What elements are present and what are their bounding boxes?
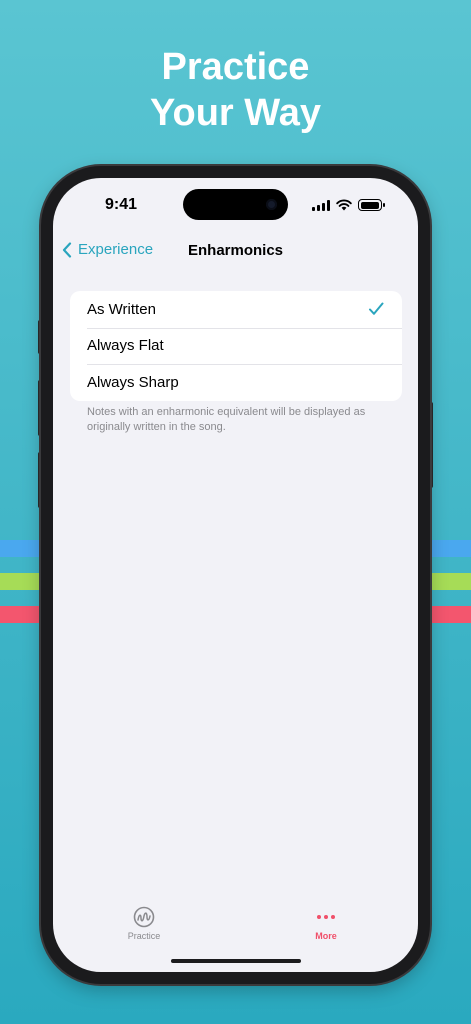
option-label: Always Flat: [87, 337, 164, 355]
option-as-written[interactable]: As Written: [70, 291, 402, 328]
option-always-flat[interactable]: Always Flat: [70, 327, 402, 365]
cellular-signal-icon: [312, 199, 330, 211]
tab-practice[interactable]: Practice: [104, 906, 184, 941]
headline-line-1: Practice: [161, 46, 310, 88]
checkmark-icon: [369, 302, 384, 315]
dynamic-island: [183, 189, 288, 220]
battery-icon: [358, 199, 385, 211]
option-label: Always Sharp: [87, 373, 179, 391]
headline-line-2: Your Way: [149, 92, 322, 134]
page-title: Enharmonics: [187, 242, 284, 259]
option-label: As Written: [87, 300, 156, 318]
phone-frame: 9:41 Experience Enharmonics As Written A…: [41, 166, 430, 984]
home-indicator[interactable]: [171, 959, 301, 963]
tab-label: Practice: [127, 931, 161, 941]
status-icons: [312, 198, 385, 212]
tab-more[interactable]: More: [286, 906, 366, 941]
tab-label: More: [315, 931, 337, 941]
more-dots-icon: [317, 915, 335, 919]
status-time: 9:41: [105, 196, 138, 213]
marketing-headline: Practice Your Way: [0, 44, 471, 136]
practice-icon: [133, 906, 155, 928]
navigation-bar: Experience Enharmonics: [53, 233, 418, 273]
option-always-sharp[interactable]: Always Sharp: [70, 364, 402, 401]
wifi-icon: [336, 199, 352, 211]
camera-icon: [266, 199, 277, 210]
phone-screen: 9:41 Experience Enharmonics As Written A…: [53, 178, 418, 972]
enharmonic-options-list: As Written Always Flat Always Sharp: [70, 291, 402, 401]
section-footnote: Notes with an enharmonic equivalent will…: [87, 406, 366, 433]
tab-bar: Practice More: [53, 890, 418, 950]
